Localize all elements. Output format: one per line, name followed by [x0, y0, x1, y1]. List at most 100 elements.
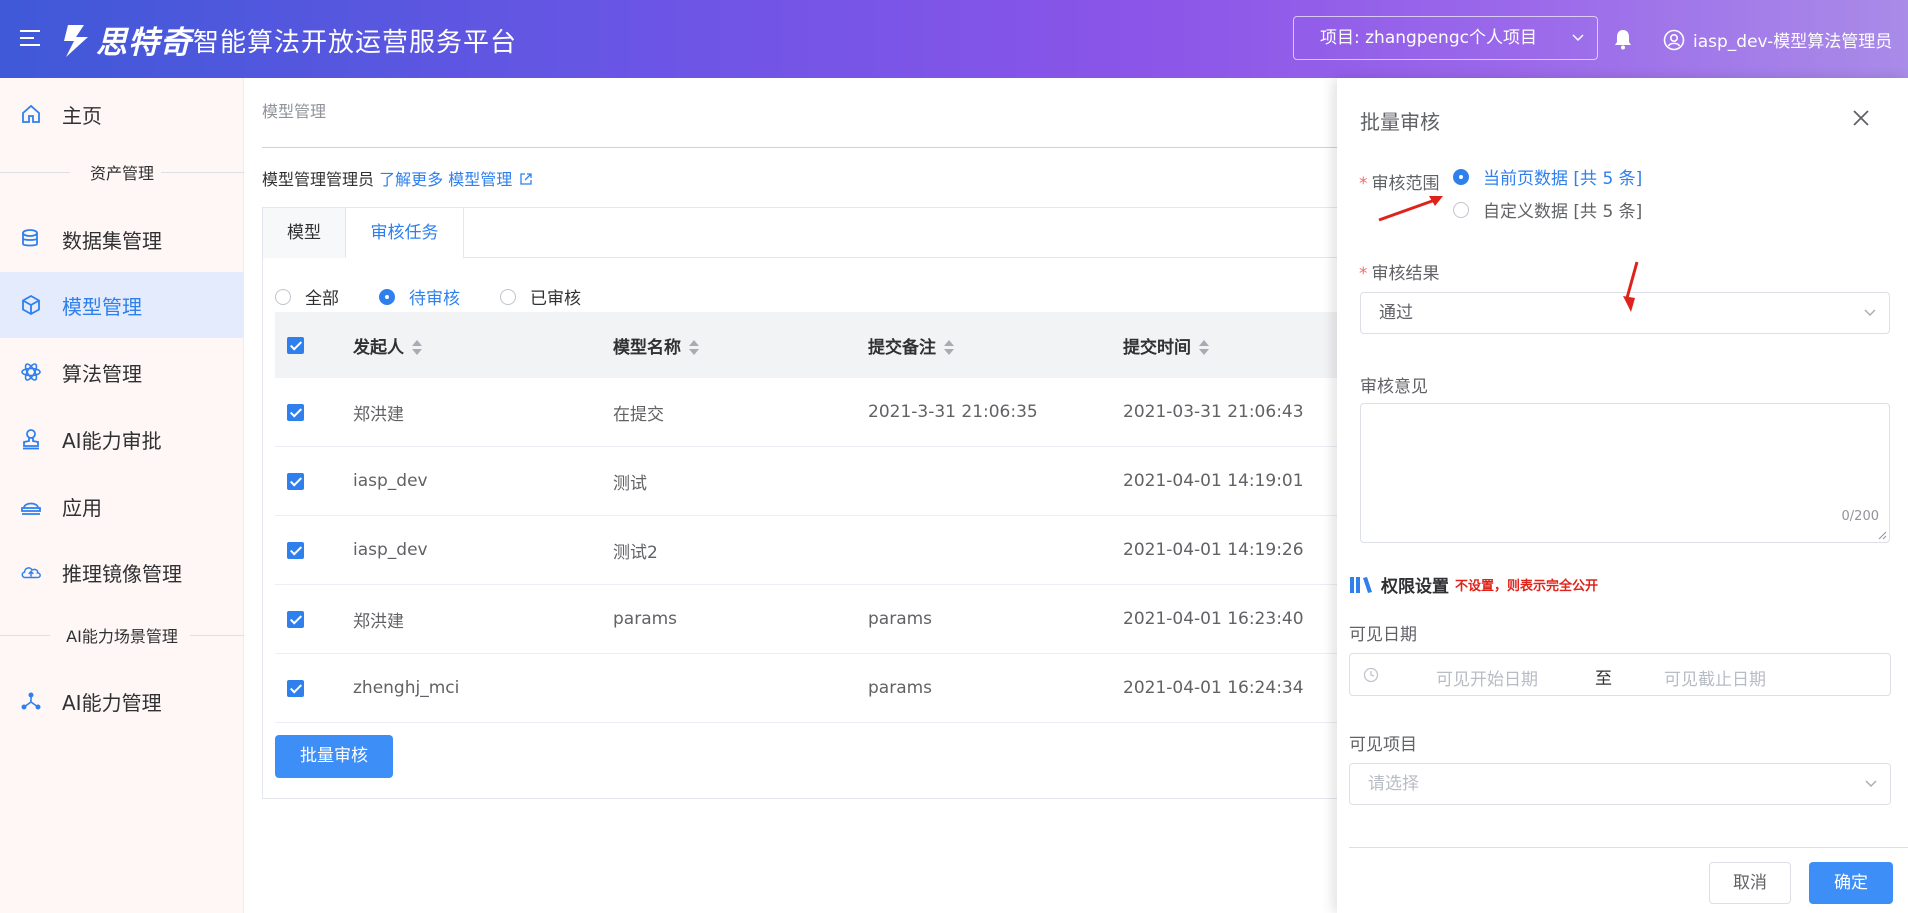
- row-checkbox[interactable]: [287, 403, 304, 421]
- column-label: 发起人: [353, 337, 404, 358]
- sidebar-item-label: AI能力审批: [62, 428, 162, 453]
- batch-review-drawer: 批量审核 * 审核范围 当前页数据 [共 5 条] 自定义数据 [共 5 条] *…: [1337, 78, 1908, 913]
- table-row[interactable]: zhenghj_mci params 2021-04-01 16:24:34: [275, 654, 1343, 723]
- top-header: 思特奇 智能算法开放运营服务平台 项目: zhangpengc个人项目 iasp…: [0, 0, 1908, 78]
- annotation-arrow-icon: [1623, 261, 1639, 312]
- visible-project-label: 可见项目: [1349, 735, 1417, 755]
- nav-group-label: 资产管理: [89, 164, 154, 183]
- start-date-input[interactable]: 可见开始日期: [1436, 665, 1538, 690]
- tab-models[interactable]: 模型: [263, 208, 346, 258]
- permission-title: 权限设置: [1381, 577, 1449, 597]
- permission-note: 不设置，则表示完全公开: [1455, 579, 1599, 594]
- project-select[interactable]: 项目: zhangpengc个人项目: [1293, 16, 1598, 60]
- batch-review-button[interactable]: 批量审核: [275, 735, 393, 778]
- learn-more-link[interactable]: 了解更多 模型管理: [379, 170, 533, 189]
- table-row[interactable]: iasp_dev 测试2 2021-04-01 14:19:26: [275, 516, 1343, 585]
- logo-bolt-icon: [64, 25, 88, 57]
- review-table: 发起人 模型名称 提交备注 提交时间 郑洪建 在提交 2021-3-31 21:…: [275, 312, 1343, 723]
- sort-icon[interactable]: [944, 339, 954, 356]
- footer-divider: [1349, 847, 1908, 848]
- sidebar-item-algorithms[interactable]: 算法管理: [0, 339, 244, 405]
- cancel-button[interactable]: 取消: [1709, 862, 1791, 904]
- cell-note: params: [868, 609, 933, 629]
- database-icon: [20, 228, 42, 250]
- cell-time: 2021-03-31 21:06:43: [1123, 402, 1304, 422]
- stamp-icon: [20, 428, 42, 450]
- cell-initiator: 郑洪建: [353, 404, 404, 425]
- confirm-button[interactable]: 确定: [1809, 862, 1893, 904]
- learn-more-link-text: 了解更多 模型管理: [379, 170, 513, 189]
- tab-review-tasks[interactable]: 审核任务: [346, 208, 464, 259]
- resize-grip-icon[interactable]: [1877, 530, 1887, 540]
- table-row[interactable]: iasp_dev 测试 2021-04-01 14:19:01: [275, 447, 1343, 516]
- breadcrumb[interactable]: 模型管理: [262, 98, 326, 122]
- visible-project-select[interactable]: 请选择: [1349, 763, 1891, 805]
- close-icon[interactable]: [1851, 108, 1871, 128]
- opinion-textarea[interactable]: 0/200: [1360, 403, 1890, 543]
- scope-current-page[interactable]: 当前页数据 [共 5 条]: [1453, 164, 1642, 189]
- visible-date-range[interactable]: 可见开始日期 至 可见截止日期: [1349, 653, 1891, 696]
- permission-settings: 权限设置 不设置，则表示完全公开: [1349, 572, 1598, 597]
- project-select-placeholder: 请选择: [1368, 774, 1419, 794]
- scope-label-text: 审核范围: [1371, 174, 1440, 194]
- scope-option-label: 自定义数据 [共 5 条]: [1483, 202, 1643, 222]
- nav-group-label: AI能力场景管理: [66, 627, 178, 646]
- scope-custom[interactable]: 自定义数据 [共 5 条]: [1453, 197, 1642, 222]
- cell-initiator: 郑洪建: [353, 611, 404, 632]
- row-checkbox[interactable]: [287, 679, 304, 697]
- column-label: 提交时间: [1123, 337, 1191, 358]
- column-header[interactable]: 模型名称: [613, 333, 868, 358]
- bell-icon[interactable]: [1613, 28, 1633, 50]
- table-row[interactable]: 郑洪建 params params 2021-04-01 16:23:40: [275, 585, 1343, 654]
- scope-option-label: 当前页数据 [共 5 条]: [1483, 169, 1643, 189]
- cell-model: 在提交: [613, 404, 664, 425]
- sidebar-item-datasets[interactable]: 数据集管理: [0, 206, 244, 272]
- sort-icon[interactable]: [689, 339, 699, 356]
- scope-label: * 审核范围: [1359, 174, 1440, 194]
- sidebar-item-models[interactable]: 模型管理: [0, 272, 244, 338]
- radio-dot: [1453, 168, 1469, 185]
- opinion-label: 审核意见: [1360, 377, 1428, 397]
- row-checkbox[interactable]: [287, 541, 304, 559]
- sidebar-item-apps[interactable]: 应用: [0, 473, 244, 539]
- app-icon: [20, 495, 42, 517]
- intro-line: 模型管理管理员 了解更多 模型管理: [262, 166, 533, 190]
- sidebar-item-ai-management[interactable]: AI能力管理: [0, 668, 244, 734]
- radio-dot: [275, 288, 291, 305]
- cell-initiator: iasp_dev: [353, 471, 428, 491]
- table-header: 发起人 模型名称 提交备注 提交时间: [275, 312, 1343, 378]
- end-date-input[interactable]: 可见截止日期: [1664, 665, 1766, 690]
- column-label: 提交备注: [868, 337, 936, 358]
- sort-icon[interactable]: [1199, 339, 1209, 356]
- cube-icon: [20, 294, 42, 316]
- menu-toggle-icon[interactable]: [20, 30, 40, 46]
- sidebar-item-inference-images[interactable]: 推理镜像管理: [0, 539, 244, 605]
- select-all-checkbox[interactable]: [287, 336, 304, 354]
- cell-note: 2021-3-31 21:06:35: [868, 402, 1038, 422]
- column-header[interactable]: 提交时间: [1123, 333, 1343, 358]
- table-row[interactable]: 郑洪建 在提交 2021-3-31 21:06:35 2021-03-31 21…: [275, 378, 1343, 447]
- breadcrumb-divider: [262, 147, 1342, 148]
- sidebar-item-home[interactable]: 主页: [0, 81, 244, 147]
- platform-title: 智能算法开放运营服务平台: [193, 28, 518, 58]
- filter-pending[interactable]: 待审核: [379, 284, 460, 309]
- sidebar-item-ai-approval[interactable]: AI能力审批: [0, 406, 244, 472]
- chevron-down-icon: [1864, 764, 1878, 819]
- sidebar-item-label: AI能力管理: [62, 690, 162, 715]
- filter-all[interactable]: 全部: [275, 284, 339, 309]
- column-header[interactable]: 发起人: [353, 333, 613, 358]
- column-header[interactable]: 提交备注: [868, 333, 1123, 358]
- nav-group-ai-scenes: AI能力场景管理: [0, 625, 244, 646]
- filter-reviewed[interactable]: 已审核: [500, 284, 581, 309]
- row-checkbox[interactable]: [287, 610, 304, 628]
- cell-time: 2021-04-01 16:23:40: [1123, 609, 1304, 629]
- atom-icon: [20, 361, 42, 383]
- user-menu[interactable]: iasp_dev-模型算法管理员: [1663, 27, 1892, 52]
- logo: 思特奇: [62, 16, 192, 62]
- row-checkbox[interactable]: [287, 472, 304, 490]
- user-name: iasp_dev-模型算法管理员: [1693, 32, 1893, 52]
- sidebar-item-label: 应用: [62, 495, 102, 520]
- cell-model: 测试: [613, 473, 647, 494]
- sort-icon[interactable]: [412, 339, 422, 356]
- sidebar: 主页 资产管理 数据集管理 模型管理 算法管理 AI能力审批 应用 推理镜像管理…: [0, 78, 244, 913]
